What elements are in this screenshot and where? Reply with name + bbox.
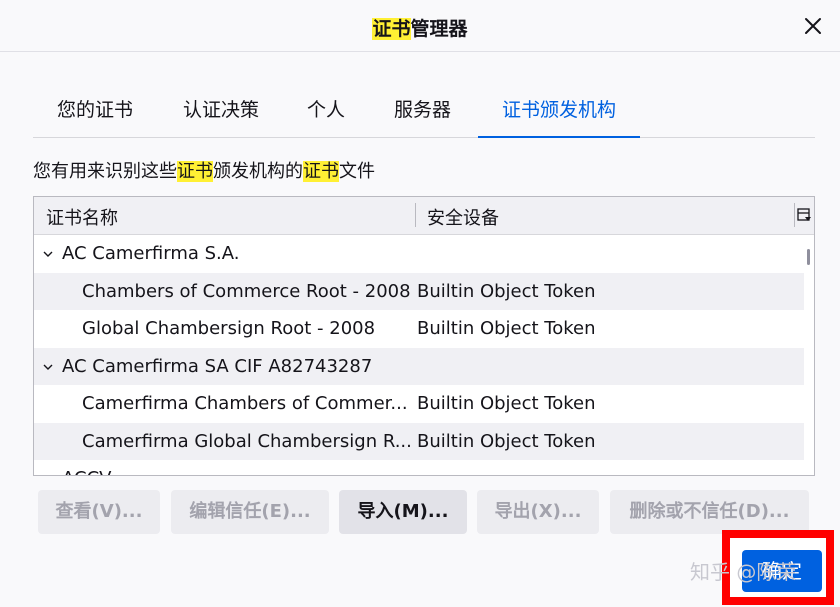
tab-servers[interactable]: 服务器 (370, 88, 475, 138)
group-name: AC Camerfirma SA CIF A82743287 (62, 355, 373, 377)
tree-row-item[interactable]: Camerfirma Chambers of Commer... Builtin… (34, 385, 804, 423)
tab-authentication-decisions[interactable]: 认证决策 (159, 88, 283, 138)
column-header-security-device[interactable]: 安全设备 (427, 204, 499, 230)
close-button[interactable] (800, 13, 826, 39)
group-name: AC Camerfirma S.A. (62, 243, 240, 264)
certificate-name: Chambers of Commerce Root - 2008 (82, 280, 411, 302)
desc-text-2: 颁发机构的 (213, 161, 303, 182)
column-header-cert-name[interactable]: 证书名称 (46, 204, 118, 230)
column-splitter[interactable] (415, 203, 416, 227)
security-device: Builtin Object Token (417, 430, 596, 452)
desc-text-1: 您有用来识别这些 (33, 161, 177, 182)
desc-highlight-1: 证书 (177, 161, 213, 182)
desc-highlight-2: 证书 (303, 161, 339, 182)
delete-or-distrust-button[interactable]: 删除或不信任(D)... (610, 490, 809, 534)
column-splitter[interactable] (794, 203, 795, 227)
tree-row-item[interactable]: Chambers of Commerce Root - 2008 Builtin… (34, 272, 804, 310)
title-text: 管理器 (410, 18, 468, 40)
edit-trust-button[interactable]: 编辑信任(E)... (171, 490, 329, 534)
watermark: 知乎 @陈荣 (690, 560, 797, 584)
import-button[interactable]: 导入(M)... (339, 490, 467, 534)
title-highlight: 证书 (372, 18, 411, 40)
view-button[interactable]: 查看(V)... (38, 490, 160, 534)
tab-authorities[interactable]: 证书颁发机构 (478, 88, 641, 138)
tree-scrollbar-thumb[interactable] (807, 249, 810, 265)
tab-bar: 您的证书 认证决策 个人 服务器 证书颁发机构 (33, 88, 815, 138)
chevron-down-icon[interactable] (42, 474, 54, 476)
authorities-description: 您有用来识别这些证书颁发机构的证书文件 (33, 157, 375, 183)
security-device: Builtin Object Token (417, 393, 596, 414)
titlebar: 证书管理器 (0, 0, 840, 52)
desc-text-3: 文件 (339, 161, 375, 182)
tab-your-certificates[interactable]: 您的证书 (33, 88, 157, 138)
dialog-title: 证书管理器 (0, 14, 840, 41)
security-device: Builtin Object Token (417, 280, 596, 302)
tree-header: 证书名称 安全设备 (34, 197, 814, 235)
certificate-name: Global Chambersign Root - 2008 (82, 318, 376, 339)
export-button[interactable]: 导出(X)... (477, 490, 599, 534)
tree-row-item[interactable]: Global Chambersign Root - 2008 Builtin O… (34, 310, 804, 348)
certificate-name: Camerfirma Chambers of Commer... (82, 393, 408, 414)
certificate-tree[interactable]: 证书名称 安全设备 AC Camerfirma S.A. Chambers of… (33, 196, 815, 476)
certificate-manager-dialog: 证书管理器 您的证书 认证决策 个人 服务器 证书颁发机构 您有用来识别这些证书… (0, 0, 840, 607)
chevron-down-icon[interactable] (42, 362, 54, 372)
tree-row-group[interactable]: AC Camerfirma SA CIF A82743287 (34, 347, 804, 385)
certificate-name: Camerfirma Global Chambersign R... (82, 430, 412, 452)
column-picker-icon[interactable] (796, 206, 812, 224)
tab-people[interactable]: 个人 (283, 88, 369, 138)
chevron-down-icon[interactable] (42, 249, 54, 259)
group-name: ACCV (62, 460, 412, 475)
tree-row-item[interactable]: Camerfirma Global Chambersign R... Built… (34, 422, 804, 460)
security-device: Builtin Object Token (417, 318, 596, 339)
tree-row-group[interactable]: AC Camerfirma S.A. (34, 235, 804, 273)
close-icon (805, 18, 821, 34)
tree-row-group[interactable]: ACCV (34, 460, 804, 476)
